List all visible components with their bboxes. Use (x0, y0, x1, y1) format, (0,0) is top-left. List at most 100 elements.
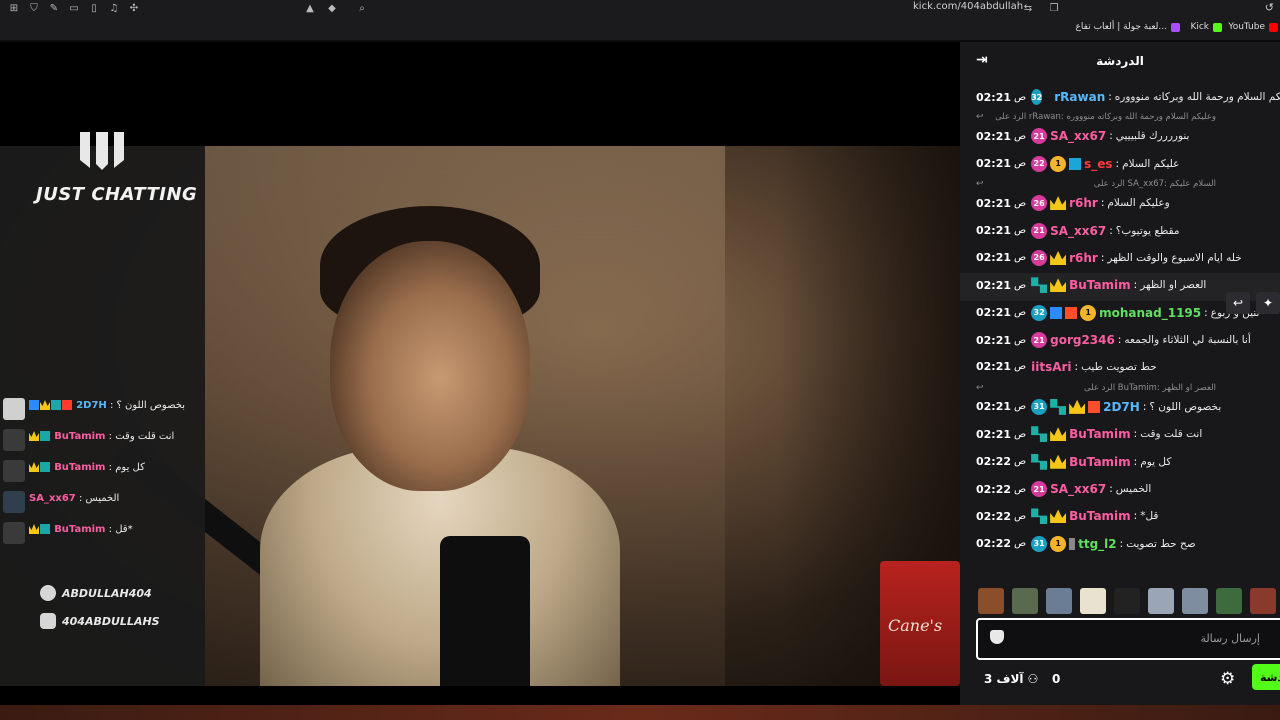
avatar (3, 429, 25, 451)
emote[interactable] (1216, 588, 1242, 614)
message-username[interactable]: iitsAri (1031, 360, 1071, 374)
gear-icon[interactable]: ⚙ (1220, 669, 1235, 689)
extension-icon[interactable]: ⊞ (8, 2, 20, 14)
bookmark-icon[interactable]: ❐ (1048, 2, 1060, 14)
emote-row (960, 588, 1280, 618)
chat-message[interactable]: 02:21 ص 31 2D7H: بخصوص اللون ؟ (960, 395, 1280, 422)
message-username[interactable]: BuTamim (1069, 427, 1131, 441)
crown-icon (29, 524, 39, 534)
overlay-chat-row: BuTamim : كل يوم (0, 460, 205, 482)
warning-icon[interactable]: ▲ (304, 2, 316, 14)
chat-message[interactable]: 02:21 ص BuTamim: انت قلت وقت (960, 422, 1280, 449)
crown-icon (1050, 278, 1067, 293)
extension-icon-2[interactable]: ✣ (128, 2, 140, 14)
message-username[interactable]: BuTamim (1069, 278, 1131, 292)
zoom-icon[interactable]: ⌕ (356, 2, 368, 14)
message-username[interactable]: BuTamim (1069, 455, 1131, 469)
shield-extension-icon[interactable]: ⛉ (28, 2, 40, 14)
file-icon[interactable]: ▯ (88, 2, 100, 14)
subscriber-badge: 26 (1031, 195, 1048, 212)
kick-icon (1213, 22, 1222, 32)
collapse-chat-icon[interactable]: ⇥ (976, 52, 988, 68)
chat-message[interactable]: 02:22 ص 31 1 ttg_l2: صح حط تصويت (960, 532, 1280, 559)
message-username[interactable]: 2D7H (1103, 400, 1140, 414)
music-icon[interactable]: ♫ (108, 2, 120, 14)
bookmark-game[interactable]: لعبة جولة | ألعاب تفاع... (1076, 22, 1180, 32)
crown-icon (1050, 196, 1067, 211)
vip-icon (51, 400, 61, 410)
chat-message[interactable]: 02:22 ص 21 SA_xx67: الخميس (960, 477, 1280, 504)
emote[interactable] (978, 588, 1004, 614)
message-time: 02:21 (976, 360, 1012, 374)
colon: : (1133, 428, 1138, 441)
back-icon[interactable]: ↺ (1265, 1, 1274, 14)
chat-message[interactable]: 02:22 ص BuTamim: كل يوم (960, 450, 1280, 477)
badge-icon (1069, 537, 1076, 550)
emote[interactable] (1046, 588, 1072, 614)
message-ampm: ص (1014, 428, 1027, 440)
reply-context: ↩ الرد على SA_xx67: السلام عليكم (960, 179, 1280, 191)
chat-input[interactable]: إرسال رسالة (976, 618, 1280, 660)
subscriber-badge: 32 (1031, 304, 1048, 321)
emote[interactable] (1148, 588, 1174, 614)
gift-icon: 1 (1080, 304, 1097, 321)
crown-icon (29, 431, 39, 441)
chat-message[interactable]: 02:21 ص 21 SA_xx67: مقطع يوتيوب؟ (960, 219, 1280, 246)
chat-message[interactable]: 02:21 ص 21 SA_xx67: بنوررررك قلبيييي (960, 124, 1280, 151)
viewer-count-text: 3 آلاف (984, 672, 1024, 686)
message-text: عليكم السلام ورحمة الله وبركاته منوووره (1114, 91, 1280, 103)
chat-message[interactable]: 02:21 ص 32 rRawan: عليكم السلام ورحمة الله و… (960, 85, 1280, 112)
emote[interactable] (1080, 588, 1106, 614)
reply-context: ↩ الرد على rRawan: وعليكم السلام ورحمة ال… (960, 112, 1280, 124)
chat-message[interactable]: 02:21 ص 26 r6hr: خله ايام الاسبوع والوقت الظ… (960, 246, 1280, 273)
send-chat-button[interactable]: دردشة (1252, 664, 1280, 690)
vip-icon (40, 524, 50, 534)
message-username[interactable]: s_es (1084, 157, 1112, 171)
message-ampm: ص (1014, 307, 1027, 319)
subscriber-badge: 21 (1031, 332, 1048, 349)
colon: : (1133, 455, 1138, 468)
pin-icon[interactable]: ✦ (1256, 292, 1280, 314)
message-username[interactable]: rRawan (1054, 90, 1105, 104)
emote[interactable] (1250, 588, 1276, 614)
message-username[interactable]: r6hr (1069, 196, 1098, 210)
chat-panel: ⇥ الدردشة 02:21 ص 32 rRawan: عليكم السلام ور… (960, 42, 1280, 720)
shield-icon[interactable] (990, 630, 1004, 644)
chat-message[interactable]: 02:21 ص iitsAri: حط تصويت طيب (960, 356, 1280, 383)
puzzle-extension-icon[interactable]: ✎ (48, 2, 60, 14)
message-ampm: ص (1014, 510, 1027, 522)
bookmark-label: YouTube (1228, 22, 1265, 32)
bookmark-kick[interactable]: Kick (1190, 22, 1222, 32)
emote[interactable] (1012, 588, 1038, 614)
emote[interactable] (1114, 588, 1140, 614)
message-username[interactable]: r6hr (1069, 251, 1098, 265)
message-username[interactable]: gorg2346 (1050, 333, 1115, 347)
message-time: 02:21 (976, 427, 1012, 441)
chat-message[interactable]: 02:21 ص 22 1 s_es: عليكم السلام (960, 152, 1280, 179)
message-time: 02:22 (976, 509, 1012, 523)
message-username[interactable]: SA_xx67 (1050, 129, 1106, 143)
chat-message[interactable]: 02:21 ص 26 r6hr: وعليكم السلام (960, 191, 1280, 218)
og-icon (62, 400, 72, 410)
message-username[interactable]: SA_xx67 (1050, 482, 1106, 496)
message-text: انت قلت وقت (1140, 428, 1203, 441)
vip-icon (40, 462, 50, 472)
chat-message[interactable]: 02:22 ص BuTamim: قل* (960, 504, 1280, 531)
message-username[interactable]: mohanad_1195 (1099, 306, 1201, 320)
message-username[interactable]: SA_xx67 (1050, 224, 1106, 238)
brave-icon[interactable]: ◆ (326, 2, 338, 14)
bookmark-youtube[interactable]: YouTube (1228, 22, 1278, 32)
message-username[interactable]: ttg_l2 (1078, 537, 1117, 551)
reply-icon[interactable]: ↩ (1226, 292, 1250, 314)
share-icon[interactable]: ⇆ (1022, 2, 1034, 14)
avatar (3, 522, 25, 544)
overlay-message: انت قلت وقت (115, 431, 175, 442)
address-bar[interactable]: kick.com/404abdullah (913, 1, 1023, 12)
message-username[interactable]: BuTamim (1069, 509, 1131, 523)
crown-icon (40, 400, 50, 410)
emote[interactable] (1182, 588, 1208, 614)
tab-icon[interactable]: ▭ (68, 2, 80, 14)
crown-icon (1050, 250, 1067, 265)
subscriber-badge: 31 (1031, 535, 1048, 552)
chat-message[interactable]: 02:21 ص 21 gorg2346: أنا بالنسبة لي الثلاثاء… (960, 328, 1280, 355)
